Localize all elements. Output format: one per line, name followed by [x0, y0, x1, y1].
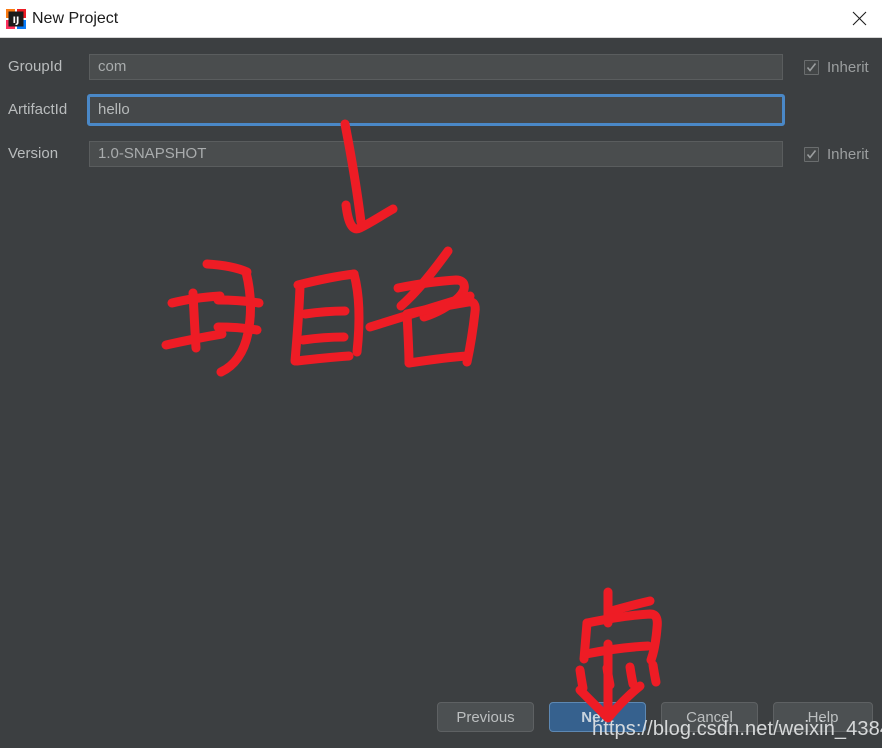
previous-button[interactable]: Previous: [437, 702, 534, 732]
form-row-version: Version 1.0-SNAPSHOT Inherit: [0, 139, 882, 169]
dialog-content: GroupId com Inherit ArtifactId hello Ver…: [0, 38, 882, 748]
artifactid-label: ArtifactId: [8, 101, 68, 118]
version-label: Version: [8, 145, 59, 162]
version-inherit-group[interactable]: Inherit: [804, 143, 869, 165]
check-icon: [806, 149, 817, 159]
title-bar: IJ New Project: [0, 0, 882, 38]
version-inherit-label: Inherit: [827, 145, 869, 163]
groupid-input[interactable]: com: [89, 54, 783, 80]
new-project-dialog: IJ New Project GroupId com Inherit Artif…: [0, 0, 882, 748]
close-button[interactable]: [836, 0, 882, 37]
check-icon: [806, 62, 817, 72]
form-row-artifactid: ArtifactId hello: [0, 94, 882, 126]
artifactid-input[interactable]: hello: [87, 94, 785, 126]
svg-text:IJ: IJ: [13, 16, 20, 26]
groupid-inherit-group[interactable]: Inherit: [804, 56, 869, 78]
version-input[interactable]: 1.0-SNAPSHOT: [89, 141, 783, 167]
groupid-inherit-label: Inherit: [827, 58, 869, 76]
intellij-idea-icon: IJ: [6, 9, 26, 29]
groupid-inherit-checkbox[interactable]: [804, 59, 819, 75]
close-icon: [852, 11, 867, 26]
page-title: New Project: [32, 10, 119, 27]
watermark-url: https://blog.csdn.net/weixin_43848532: [592, 718, 882, 740]
version-inherit-checkbox[interactable]: [804, 146, 819, 162]
form-row-groupid: GroupId com Inherit: [0, 52, 882, 82]
groupid-label: GroupId: [8, 58, 63, 75]
